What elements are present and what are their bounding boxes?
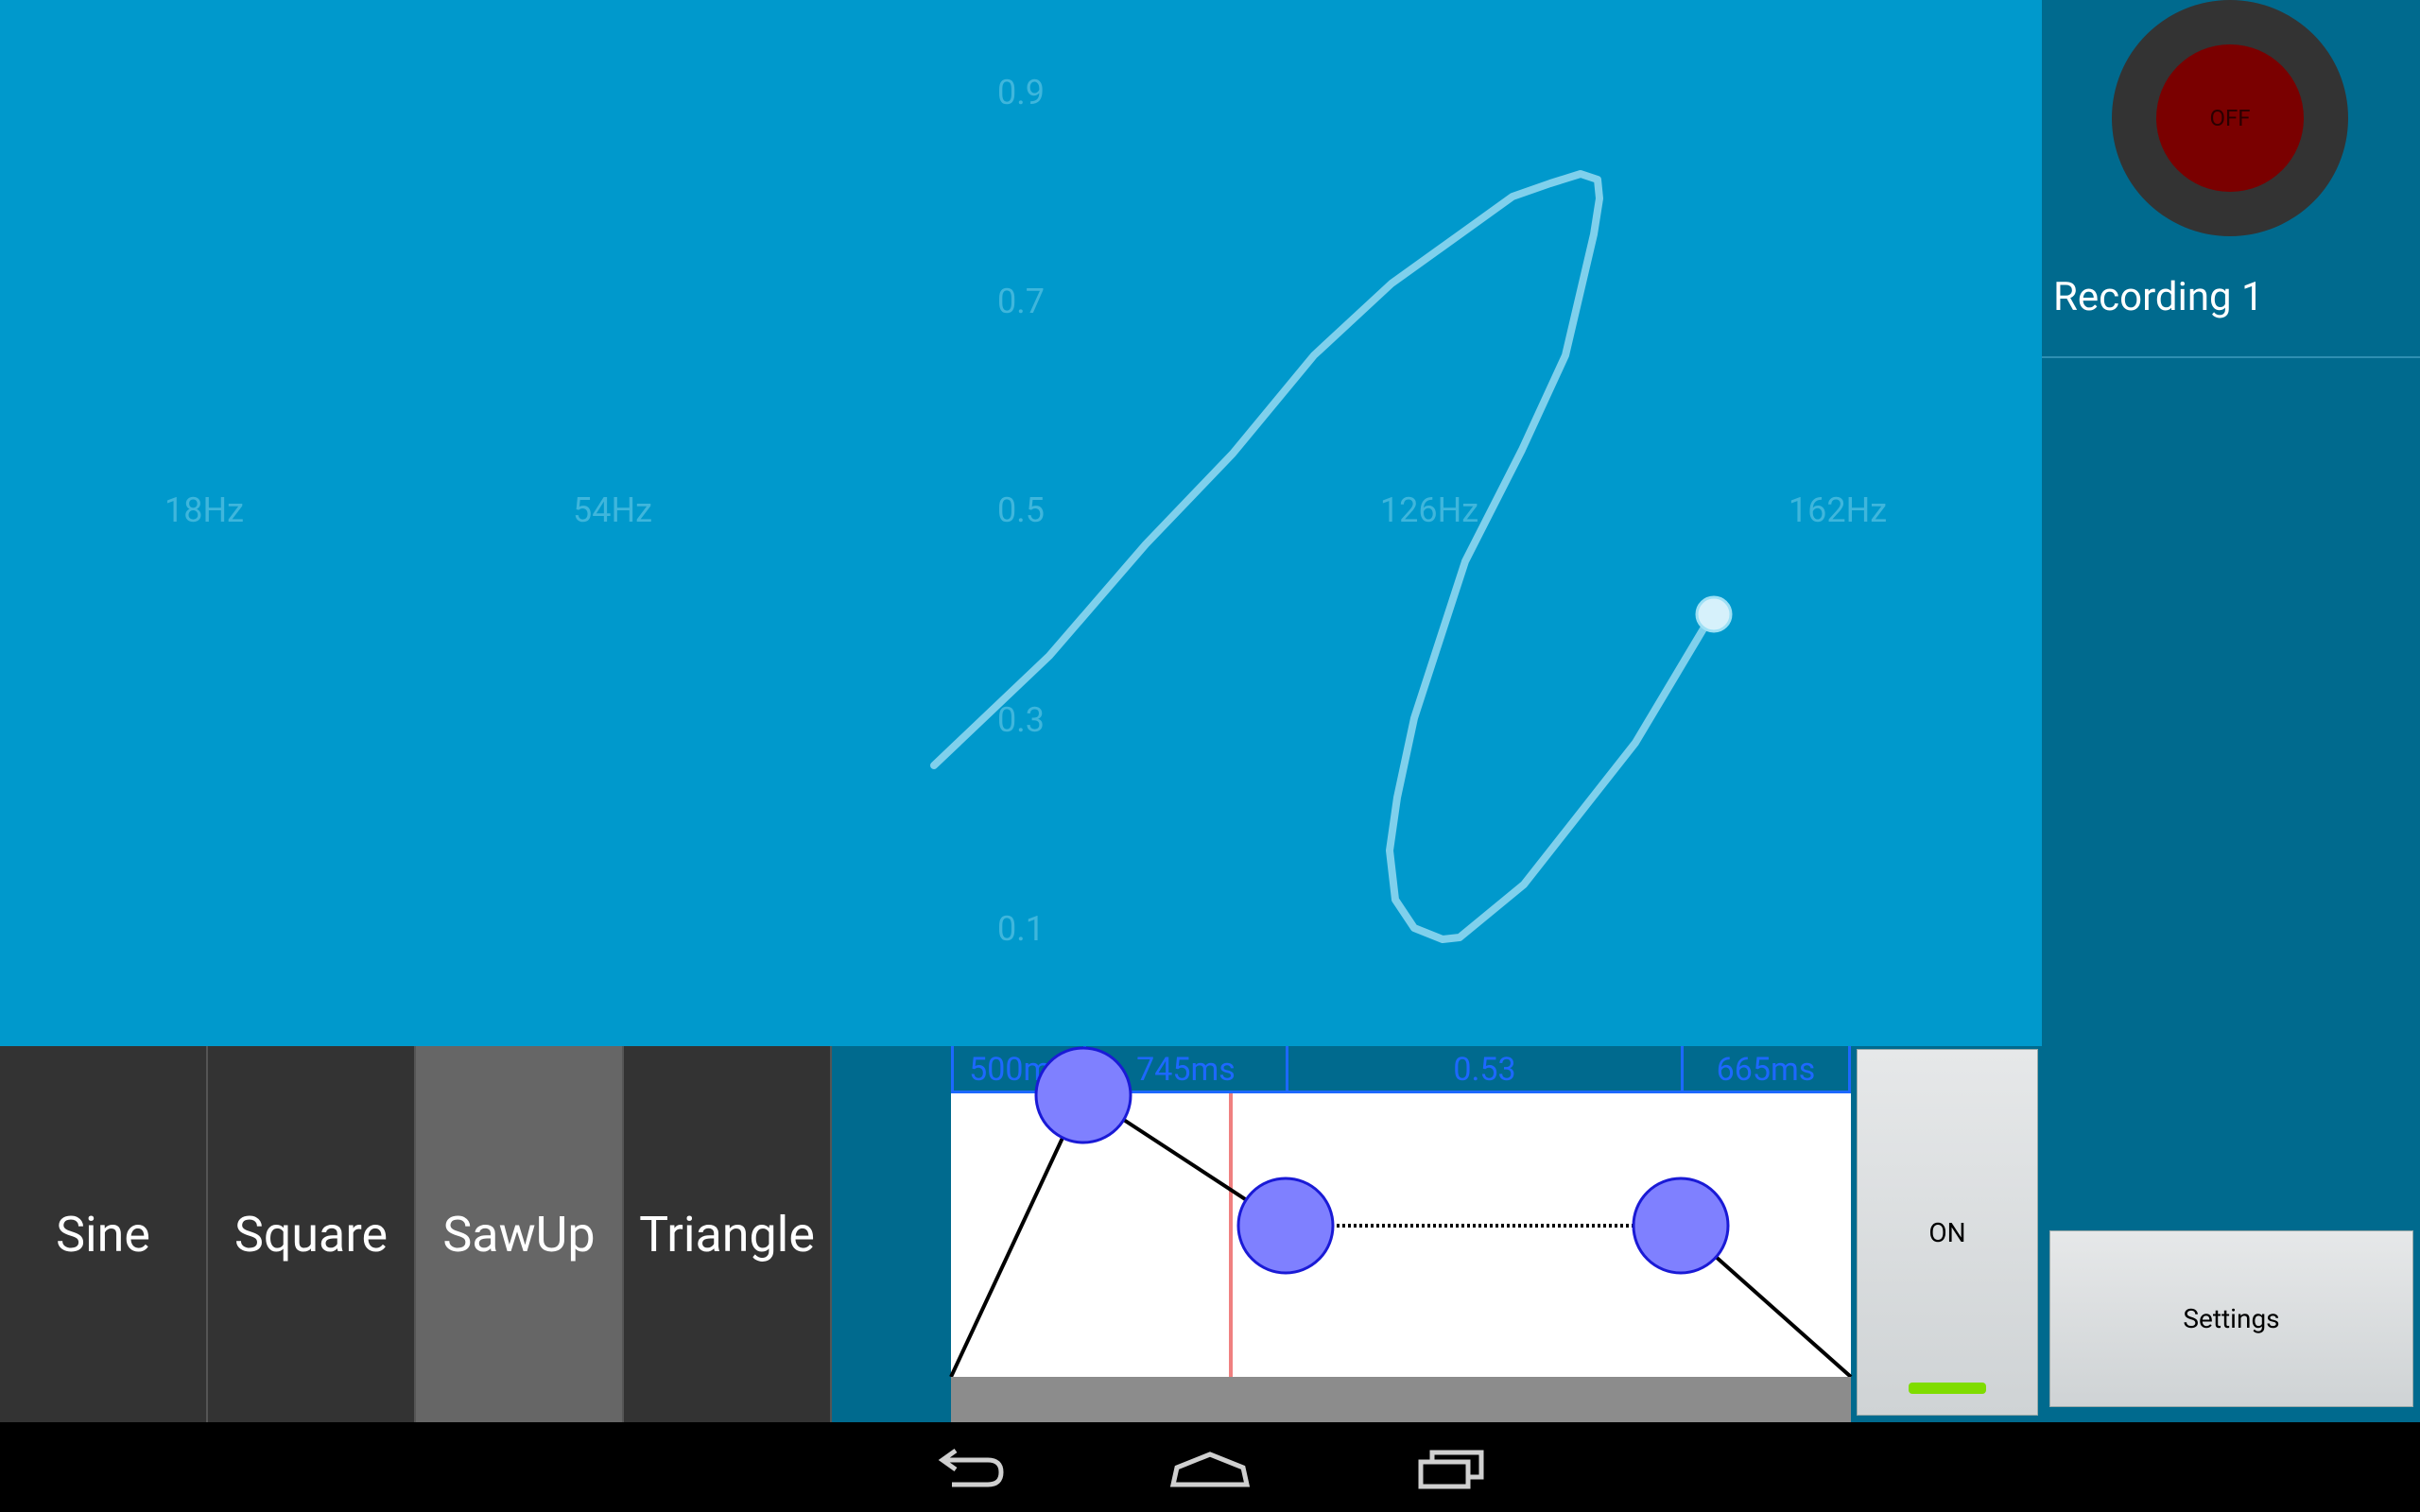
attack-handle[interactable] <box>1034 1046 1132 1144</box>
waveform-sine-button[interactable]: Sine <box>0 1046 208 1422</box>
envelope-editor[interactable]: 500ms 745ms 0.53 665ms <box>949 1046 1853 1422</box>
recording-name: Recording 1 <box>2053 274 2264 320</box>
x-axis-label: 18Hz <box>164 490 245 530</box>
record-button-label: OFF <box>2156 44 2304 192</box>
touch-cursor <box>1695 595 1733 633</box>
settings-button[interactable]: Settings <box>2049 1230 2413 1407</box>
waveform-square-button[interactable]: Square <box>208 1046 416 1422</box>
decay-handle[interactable] <box>1236 1177 1335 1275</box>
xy-pad[interactable]: 18Hz 54Hz 126Hz 162Hz 0.9 0.7 0.5 0.3 0.… <box>0 0 2042 1046</box>
envelope-footer <box>951 1377 1851 1422</box>
x-axis-label: 54Hz <box>572 490 653 530</box>
recent-apps-icon[interactable] <box>1415 1441 1491 1498</box>
bottom-controls: Sine Square SawUp Triangle 500ms 745ms 0… <box>0 1046 2042 1422</box>
release-value: 665ms <box>1681 1046 1851 1093</box>
record-button[interactable]: OFF <box>2112 0 2348 236</box>
power-toggle-label: ON <box>1928 1216 1966 1248</box>
touch-trace <box>930 170 1715 943</box>
y-axis-label: 0.1 <box>997 909 1045 949</box>
power-indicator <box>1909 1383 1986 1394</box>
y-axis-label: 0.9 <box>997 73 1045 112</box>
release-handle[interactable] <box>1632 1177 1730 1275</box>
y-axis-label: 0.3 <box>997 700 1045 740</box>
sustain-value: 0.53 <box>1286 1046 1681 1093</box>
right-panel: OFF Recording 1 Settings <box>2042 0 2420 1422</box>
system-navigation-bar <box>0 1422 2420 1512</box>
power-toggle-button[interactable]: ON <box>1857 1049 2038 1416</box>
waveform-triangle-button[interactable]: Triangle <box>624 1046 832 1422</box>
waveform-sawup-button[interactable]: SawUp <box>416 1046 624 1422</box>
y-axis-label: 0.7 <box>997 282 1045 321</box>
envelope-canvas[interactable] <box>949 1046 1853 1379</box>
home-icon[interactable] <box>1167 1441 1253 1498</box>
recording-section: OFF Recording 1 <box>2042 0 2420 358</box>
back-icon[interactable] <box>931 1441 1007 1498</box>
y-axis-label: 0.5 <box>997 490 1045 530</box>
x-axis-label: 126Hz <box>1379 490 1479 530</box>
x-axis-label: 162Hz <box>1788 490 1888 530</box>
